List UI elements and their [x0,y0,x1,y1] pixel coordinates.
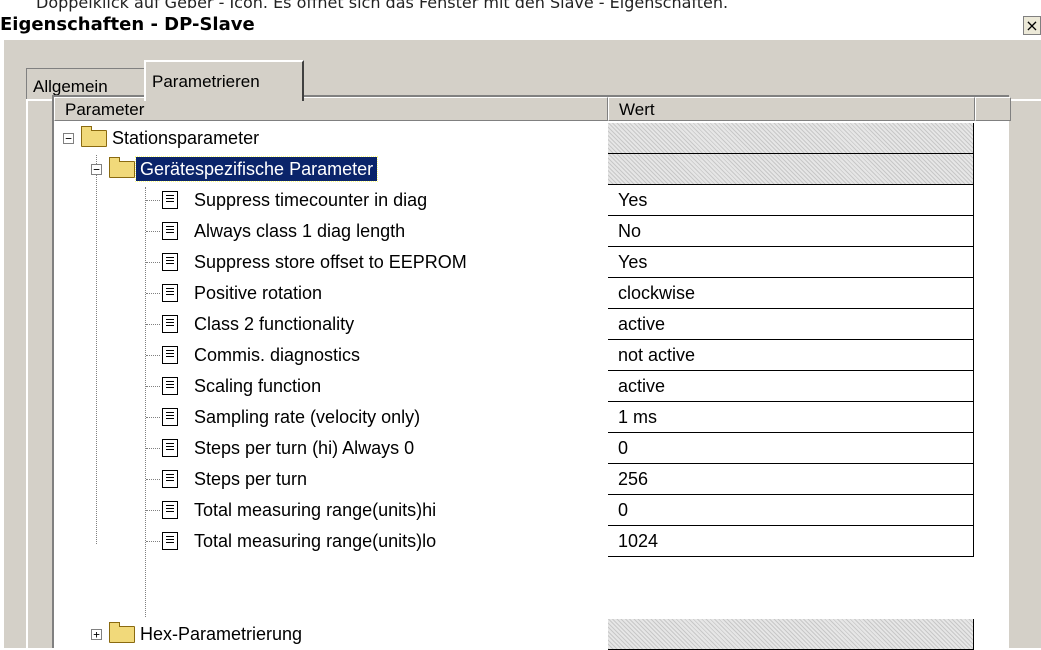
parameter-row[interactable]: Suppress store offset to EEPROM Yes [54,247,975,278]
parameter-row[interactable]: Steps per turn (hi) Always 0 0 [54,433,975,464]
parameter-row[interactable]: Total measuring range(units)lo 1024 [54,526,975,557]
tree-line-horizontal [146,262,160,263]
collapse-icon[interactable]: − [91,164,102,175]
parameter-row[interactable]: Scaling function active [54,371,975,402]
parameter-row[interactable]: Commis. diagnostics not active [54,340,975,371]
parameter-icon [162,284,178,302]
parameter-row[interactable]: Class 2 functionality active [54,309,975,340]
parameter-icon [162,346,178,364]
tree-line-horizontal [146,448,160,449]
value-cell-empty [608,619,974,650]
tree-label-selected: Gerätespezifische Parameter [134,156,379,182]
parameter-row[interactable]: Suppress timecounter in diag Yes [54,185,975,216]
parameter-value-cell[interactable]: 0 [608,495,974,526]
tab-parametrieren[interactable]: Parametrieren [144,60,304,101]
tree-line-horizontal [146,386,160,387]
folder-icon [109,622,135,643]
column-header-parameter[interactable]: Parameter [54,97,608,121]
parameter-label: Total measuring range(units)hi [194,500,437,520]
parameter-icon [162,222,178,240]
parameter-value-cell[interactable]: 0 [608,433,974,464]
parameter-row[interactable]: Total measuring range(units)hi 0 [54,495,975,526]
parameter-label: Always class 1 diag length [194,221,406,241]
parameter-label: Positive rotation [194,283,323,303]
tree-row-hex[interactable]: + Hex-Parametrierung [54,619,975,650]
tree-line-horizontal [146,510,160,511]
tree-line-horizontal [146,541,160,542]
parameter-row[interactable]: Steps per turn 256 [54,464,975,495]
tree-line-horizontal [146,324,160,325]
parameter-icon [162,532,178,550]
parameter-icon [162,377,178,395]
tree-row-station[interactable]: − Stationsparameter [54,123,975,154]
value-cell-empty [608,123,974,154]
parameter-value-cell[interactable]: 256 [608,464,974,495]
parameter-icon [162,408,178,426]
parameter-label: Scaling function [194,376,322,396]
parameter-value-cell[interactable]: not active [608,340,974,371]
parameter-value-cell[interactable]: 1024 [608,526,974,557]
parameter-row[interactable]: Sampling rate (velocity only) 1 ms [54,402,975,433]
folder-open-icon [109,157,135,178]
tree-row-device[interactable]: − Gerätespezifische Parameter [54,154,975,185]
parameter-icon [162,439,178,457]
parameter-label: Class 2 functionality [194,314,355,334]
parameter-value-cell[interactable]: active [608,309,974,340]
tree-label: Stationsparameter [112,128,260,148]
column-header-filler [975,97,1011,121]
parameter-value-cell[interactable]: Yes [608,247,974,278]
collapse-icon[interactable]: − [63,133,74,144]
tree-line-horizontal [146,479,160,480]
parameter-value-cell[interactable]: 1 ms [608,402,974,433]
expand-icon[interactable]: + [91,629,102,640]
parameter-label: Steps per turn [194,469,308,489]
parameter-label: Total measuring range(units)lo [194,531,437,551]
parameter-icon [162,501,178,519]
parameter-row[interactable]: Always class 1 diag length No [54,216,975,247]
tree-line-horizontal [146,231,160,232]
parameter-label: Suppress store offset to EEPROM [194,252,467,272]
value-cell-empty [608,154,974,185]
document-caption: Doppelklick auf Geber - Icon. Es öffnet … [36,0,729,12]
title-bar: Eigenschaften - DP-Slave × [0,12,1041,38]
parameter-value-cell[interactable]: No [608,216,974,247]
parameter-label: Steps per turn (hi) Always 0 [194,438,415,458]
parameter-label: Sampling rate (velocity only) [194,407,421,427]
tree-label: Hex-Parametrierung [140,624,303,644]
tree-line-horizontal [146,293,160,294]
tree-line-horizontal [146,355,160,356]
parameter-icon [162,470,178,488]
parameter-label: Commis. diagnostics [194,345,361,365]
parameter-value-cell[interactable]: Yes [608,185,974,216]
folder-open-icon [81,126,107,147]
tree-line-horizontal [146,417,160,418]
parameter-icon [162,253,178,271]
parameter-value-cell[interactable]: clockwise [608,278,974,309]
parameter-icon [162,191,178,209]
parameter-value-cell[interactable]: active [608,371,974,402]
column-header-value[interactable]: Wert [608,97,975,121]
tree-line-horizontal [146,200,160,201]
parameter-row[interactable]: Positive rotation clockwise [54,278,975,309]
window-title: Eigenschaften - DP-Slave [0,14,255,35]
parameter-label: Suppress timecounter in diag [194,190,428,210]
parameter-icon [162,315,178,333]
parameter-grid: Parameter Wert − Stationsparameter − Ger… [52,95,1011,650]
close-button[interactable]: × [1023,16,1041,35]
